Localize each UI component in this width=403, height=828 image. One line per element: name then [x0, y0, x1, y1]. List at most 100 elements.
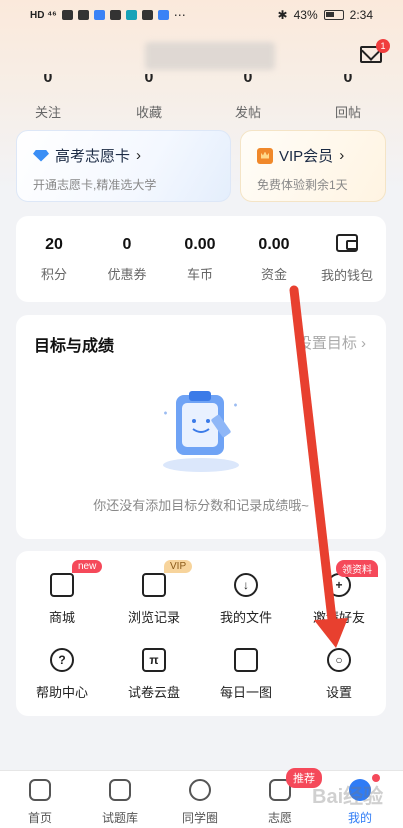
pi-icon: π — [142, 648, 166, 672]
my-wallet-link[interactable]: 我的钱包 — [312, 234, 382, 284]
tool-browsing-history[interactable]: 浏览记录 — [109, 573, 199, 626]
tool-help-center[interactable]: ? 帮助中心 — [17, 648, 107, 701]
app-notification-icon — [93, 10, 105, 20]
wallet-icon — [336, 234, 358, 252]
chevron-right-icon: › — [339, 147, 345, 164]
tool-label: 试卷云盘 — [127, 685, 180, 700]
app-icon — [157, 10, 169, 20]
wallet-car-coins[interactable]: 0.00 车币 — [165, 236, 235, 283]
stat-value: 0 — [144, 74, 154, 86]
tab-label: 同学圈 — [181, 811, 218, 825]
tool-label: 邀请好友 — [312, 610, 365, 625]
tab-classmates[interactable]: 同学圈 — [165, 779, 235, 826]
stat-label: 回帖 — [334, 105, 361, 120]
tool-exam-cloud-disk[interactable]: π 试卷云盘 — [109, 648, 199, 701]
wallet-value: 20 — [45, 236, 63, 253]
wallet-value: 0.00 — [184, 236, 216, 253]
wallet-funds[interactable]: 0.00 资金 — [239, 236, 309, 283]
crown-icon — [257, 147, 273, 164]
stat-favorites[interactable]: 0 收藏 — [109, 74, 189, 121]
tool-label: 浏览记录 — [127, 610, 180, 625]
chevron-right-icon: › — [361, 335, 366, 352]
question-bank-icon — [109, 779, 131, 801]
network-indicator: HD ⁴⁶ — [30, 9, 57, 21]
watermark-logo: Bai经验 — [312, 786, 384, 808]
chevron-right-icon: › — [136, 147, 142, 164]
wallet-value: 0 — [122, 236, 132, 253]
gaokao-card[interactable]: 高考志愿卡 › 开通志愿卡,精准选大学 — [16, 130, 231, 202]
wallet-coupons[interactable]: 0 优惠券 — [92, 236, 162, 283]
vip-card-title: VIP会员 — [279, 148, 334, 165]
gaokao-card-subtitle: 开通志愿卡,精准选大学 — [33, 178, 157, 192]
search-app-icon — [125, 10, 137, 20]
wallet-label: 车币 — [186, 267, 213, 282]
set-goal-link[interactable]: 设置目标 › — [297, 332, 366, 353]
tab-label: 我的 — [347, 811, 372, 825]
tool-label: 每日一图 — [219, 685, 272, 700]
stat-label: 发帖 — [234, 105, 261, 120]
stat-value: 0 — [343, 74, 353, 86]
tab-label: 首页 — [27, 811, 52, 825]
wallet-label: 优惠券 — [107, 267, 147, 282]
shield-icon — [141, 10, 153, 20]
signal-icon — [61, 10, 73, 20]
status-right: ✱ 43% 2:34 — [278, 8, 373, 22]
tab-home[interactable]: 首页 — [5, 779, 75, 826]
stat-posts[interactable]: 0 发帖 — [208, 74, 288, 121]
username-blurred — [145, 42, 275, 70]
mail-badge: 1 — [376, 39, 390, 53]
vip-tag: VIP — [164, 560, 193, 573]
tab-label: 试题库 — [101, 811, 138, 825]
tool-label: 商城 — [48, 610, 75, 625]
vip-card-title-row: VIP会员 › — [257, 145, 385, 166]
tool-settings[interactable]: ○ 设置 — [294, 648, 384, 701]
tool-invite-friends[interactable]: + 邀请好友 — [294, 573, 384, 626]
home-icon — [29, 779, 51, 801]
tool-label: 帮助中心 — [35, 685, 88, 700]
gem-icon — [33, 149, 49, 162]
clipboard-history-icon — [142, 573, 166, 597]
circle-icon — [189, 779, 211, 801]
stat-following[interactable]: 0 关注 — [8, 74, 88, 121]
tool-label: 设置 — [325, 685, 352, 700]
image-icon — [234, 648, 258, 672]
bluetooth-icon: ✱ — [277, 8, 288, 22]
question-icon: ? — [50, 648, 74, 672]
more-notifications-icon: ⋯ — [173, 8, 186, 22]
tab-label: 志愿 — [267, 811, 292, 825]
download-file-icon: ↓ — [234, 573, 258, 597]
wallet-value: 0.00 — [258, 236, 290, 253]
tool-daily-image[interactable]: 每日一图 — [201, 648, 291, 701]
shop-icon — [50, 573, 74, 597]
goals-card: 目标与成绩 设置目标 › 你还没有添加目标分数和记录成绩哦~ — [16, 315, 386, 539]
stat-replies[interactable]: 0 回帖 — [308, 74, 388, 121]
new-tag: new — [72, 560, 103, 573]
battery-percent: 43% — [293, 8, 318, 22]
wallet-points[interactable]: 20 积分 — [19, 236, 89, 283]
tool-shop[interactable]: 商城 — [17, 573, 107, 626]
wallet-label: 积分 — [40, 267, 67, 282]
gaokao-card-title: 高考志愿卡 — [55, 148, 131, 165]
battery-icon — [323, 10, 344, 20]
tools-grid: 商城 new 浏览记录 VIP ↓ 我的文件 + 邀请好友 领资料 ? 帮助中心… — [16, 551, 386, 716]
empty-clipboard-illustration — [163, 391, 239, 472]
set-goal-label: 设置目标 — [296, 335, 357, 352]
wallet-card: 20 积分 0 优惠券 0.00 车币 0.00 资金 我的钱包 — [16, 216, 386, 302]
vip-card-subtitle: 免费体验剩余1天 — [257, 178, 348, 192]
goals-empty-text: 你还没有添加目标分数和记录成绩哦~ — [93, 498, 309, 513]
clock: 2:34 — [349, 8, 373, 22]
status-bar: HD ⁴⁶ ⋯ ✱ 43% 2:34 — [0, 0, 403, 30]
translate-icon — [109, 10, 121, 20]
gaokao-card-title-row: 高考志愿卡 › — [33, 145, 230, 166]
wifi-icon — [77, 10, 89, 20]
tool-my-files[interactable]: ↓ 我的文件 — [201, 573, 291, 626]
stat-value: 0 — [243, 74, 253, 86]
tab-question-bank[interactable]: 试题库 — [85, 779, 155, 826]
stat-value: 0 — [43, 74, 53, 86]
stat-label: 收藏 — [135, 105, 162, 120]
vip-card[interactable]: VIP会员 › 免费体验剩余1天 — [240, 130, 386, 202]
profile-stats: 0 关注 0 收藏 0 发帖 0 回帖 — [0, 74, 403, 120]
get-materials-tag: 领资料 — [336, 560, 378, 577]
tool-label: 我的文件 — [219, 610, 272, 625]
my-wallet-label: 我的钱包 — [320, 268, 373, 283]
